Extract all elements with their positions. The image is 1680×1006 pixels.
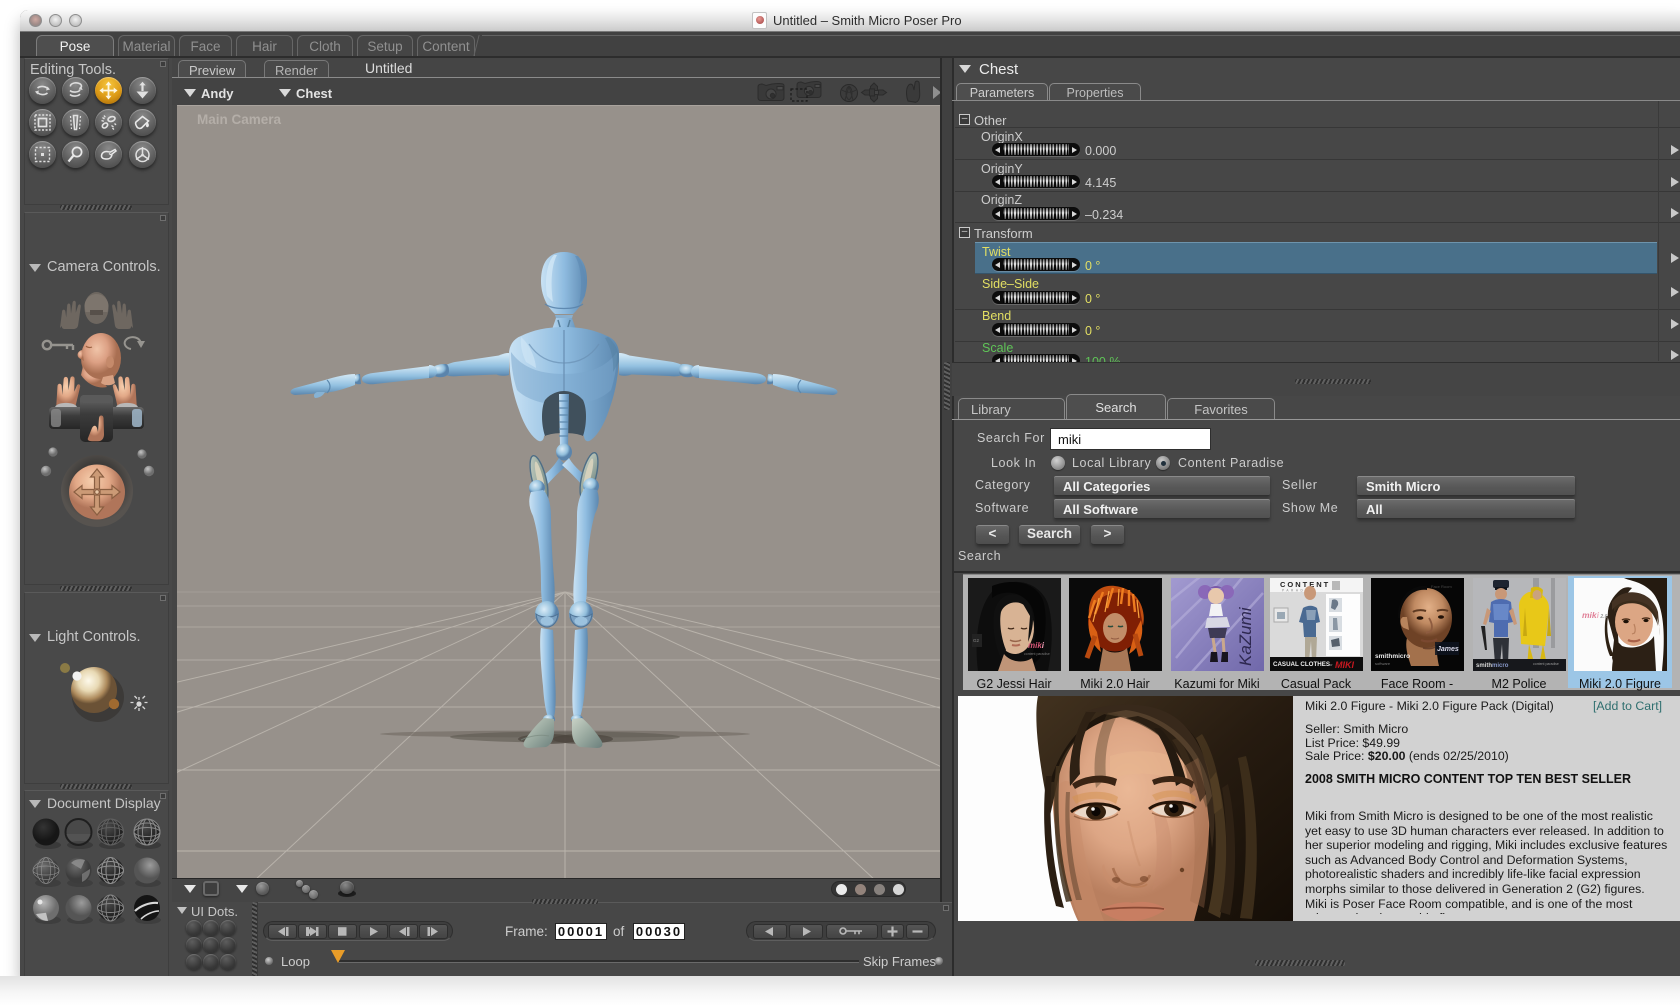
svg-text:G2: G2 [973, 638, 980, 643]
svg-text:smithmicro: smithmicro [1476, 663, 1509, 669]
svg-text:James: James [1437, 646, 1459, 653]
svg-text:Face Room: Face Room [1431, 584, 1452, 589]
svg-text:MIKI: MIKI [1335, 660, 1354, 670]
svg-text:miki: miki [1028, 641, 1045, 650]
svg-text:software: software [1375, 661, 1391, 666]
svg-text:content paradise: content paradise [1533, 662, 1559, 666]
svg-text:CASUAL CLOTHES: CASUAL CLOTHES [1273, 661, 1330, 668]
svg-text:for: for [1328, 662, 1333, 667]
svg-text:KaZumi: KaZumi [1236, 606, 1255, 666]
svg-text:smithmicro: smithmicro [1375, 653, 1410, 660]
svg-text:content paradise: content paradise [1024, 652, 1050, 656]
